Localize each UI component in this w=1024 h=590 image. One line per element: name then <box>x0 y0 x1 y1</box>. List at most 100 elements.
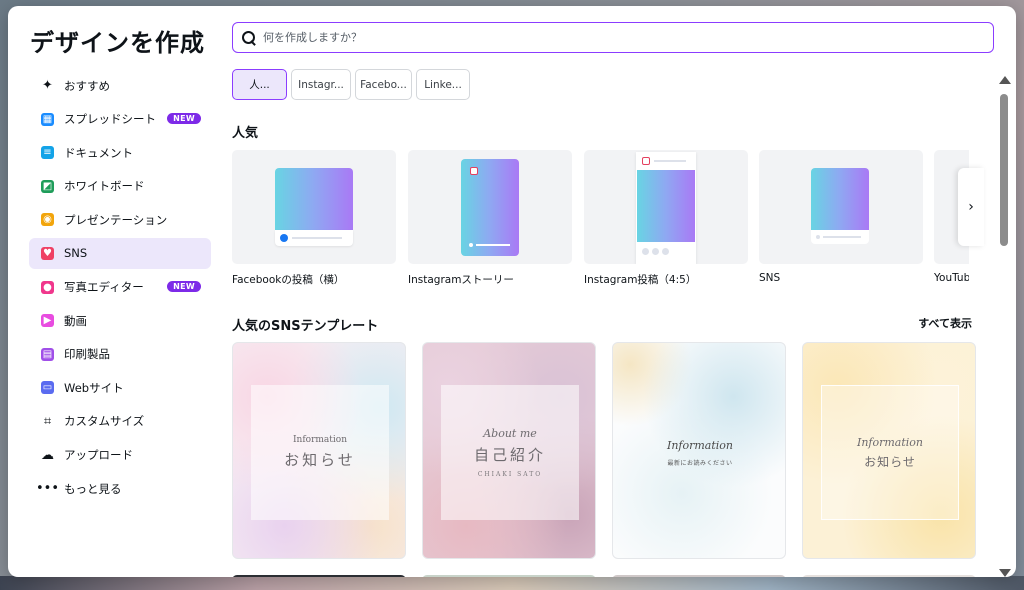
template-card-peek[interactable] <box>802 575 976 577</box>
template-text-panel: Information お知らせ <box>251 385 389 520</box>
popular-card-instagram-post[interactable]: Instagram投稿（4:5） <box>584 150 748 287</box>
sidebar-item-spreadsheet[interactable]: ▦ スプレッドシート NEW <box>29 104 211 135</box>
template-card-peek[interactable] <box>232 575 406 577</box>
popular-section-title: 人気 <box>232 126 259 141</box>
sidebar-item-label: もっと見る <box>64 481 122 496</box>
crop-icon: ⌗ <box>43 413 52 429</box>
sidebar-item-upload[interactable]: ☁ アップロード <box>29 440 211 471</box>
card-label: Facebookの投稿（横） <box>232 274 345 286</box>
template-card[interactable]: Information 最新にお読みください <box>612 342 786 559</box>
sidebar-item-website[interactable]: ▭ Webサイト <box>29 372 211 403</box>
template-title: お知らせ <box>864 454 916 469</box>
template-title: お知らせ <box>284 451 356 469</box>
video-icon: ▶ <box>41 314 54 328</box>
template-card-peek[interactable] <box>422 575 596 577</box>
sidebar-item-photo-editor[interactable]: ● 写真エディター NEW <box>29 272 211 303</box>
search-icon <box>241 30 257 46</box>
sidebar-item-label: アップロード <box>64 448 133 463</box>
sidebar-item-document[interactable]: ≡ ドキュメント <box>29 137 211 168</box>
create-design-modal: デザインを作成 ✦ おすすめ ▦ スプレッドシート NEW ≡ ドキュメント ◩… <box>8 6 1016 577</box>
template-card[interactable]: Information お知らせ <box>232 342 406 559</box>
spreadsheet-icon: ▦ <box>41 112 54 126</box>
chevron-right-icon: › <box>968 199 974 215</box>
sidebar-item-label: SNS <box>64 246 88 261</box>
sidebar-item-label: スプレッドシート <box>64 112 156 127</box>
sidebar-item-label: ドキュメント <box>64 145 133 160</box>
sidebar-item-custom-size[interactable]: ⌗ カスタムサイズ <box>29 406 211 437</box>
modal-title: デザインを作成 <box>30 29 205 57</box>
template-text-panel: Information 最新にお読みください <box>631 385 769 520</box>
sidebar-item-print[interactable]: ▤ 印刷製品 <box>29 339 211 370</box>
carousel-next-button[interactable]: › <box>958 168 984 246</box>
template-text-panel: About me 自己紹介 CHIAKI SATO <box>441 385 579 520</box>
new-badge: NEW <box>167 280 201 292</box>
templates-section-title: 人気のSNSテンプレート <box>232 319 379 334</box>
sidebar-item-more[interactable]: ••• もっと見る <box>29 473 211 504</box>
whiteboard-icon: ◩ <box>41 179 54 193</box>
instagram-icon <box>470 167 478 175</box>
sidebar-item-label: 写真エディター <box>64 280 144 295</box>
more-dots-icon: ••• <box>36 481 60 497</box>
instagram-icon <box>642 157 650 165</box>
chip-person[interactable]: 人... <box>232 69 287 100</box>
card-thumbnail <box>759 150 923 264</box>
template-card-peek[interactable] <box>612 575 786 577</box>
card-thumbnail <box>584 150 748 264</box>
template-subtitle: Information <box>292 435 347 445</box>
sidebar-item-recommended[interactable]: ✦ おすすめ <box>29 70 211 101</box>
template-text-panel: Information お知らせ <box>821 385 959 520</box>
sidebar-item-label: カスタムサイズ <box>64 414 145 429</box>
card-label: YouTub <box>934 272 969 284</box>
sidebar-item-sns[interactable]: ♥ SNS <box>29 237 211 269</box>
template-caption: CHIAKI SATO <box>477 471 543 478</box>
card-thumbnail <box>232 150 396 264</box>
card-thumbnail <box>408 150 572 264</box>
chip-linkedin[interactable]: Linke... <box>416 69 470 100</box>
sidebar-item-presentation[interactable]: ◉ プレゼンテーション <box>29 204 211 235</box>
cloud-upload-icon: ☁ <box>41 447 54 463</box>
sidebar-item-label: プレゼンテーション <box>64 212 168 227</box>
filter-chips: 人... Instagr... Facebo... Linke... <box>232 69 470 100</box>
sidebar-item-label: 動画 <box>64 313 87 328</box>
facebook-icon <box>280 234 288 242</box>
popular-card-sns[interactable]: SNS <box>759 150 923 284</box>
search-input[interactable] <box>263 31 993 44</box>
category-sidebar: ✦ おすすめ ▦ スプレッドシート NEW ≡ ドキュメント ◩ ホワイトボード… <box>29 70 211 507</box>
scroll-thumb[interactable] <box>1000 94 1008 246</box>
sidebar-item-video[interactable]: ▶ 動画 <box>29 305 211 336</box>
website-icon: ▭ <box>41 381 54 395</box>
chip-instagram[interactable]: Instagr... <box>291 69 351 100</box>
popular-card-facebook-post[interactable]: Facebookの投稿（横） <box>232 150 396 287</box>
background-strip <box>0 576 1024 590</box>
sidebar-item-label: おすすめ <box>64 78 110 93</box>
printer-icon: ▤ <box>41 347 54 361</box>
card-label: SNS <box>759 272 781 284</box>
presentation-icon: ◉ <box>41 213 54 227</box>
scrollbar[interactable] <box>998 72 1011 577</box>
camera-icon: ● <box>41 280 54 294</box>
template-subtitle: About me <box>483 427 537 440</box>
template-subtitle: Information <box>666 438 734 452</box>
heart-icon: ♥ <box>41 246 54 260</box>
scroll-down-arrow-icon[interactable] <box>999 569 1011 577</box>
sparkle-icon: ✦ <box>42 78 53 93</box>
see-all-link[interactable]: すべて表示 <box>918 315 972 331</box>
popular-card-instagram-story[interactable]: Instagramストーリー <box>408 150 572 287</box>
sidebar-item-label: ホワイトボード <box>64 179 145 194</box>
template-card[interactable]: Information お知らせ <box>802 342 976 559</box>
scroll-up-arrow-icon[interactable] <box>999 76 1011 84</box>
sidebar-item-whiteboard[interactable]: ◩ ホワイトボード <box>29 171 211 202</box>
sidebar-item-label: 印刷製品 <box>64 347 110 362</box>
card-label: Instagram投稿（4:5） <box>584 274 697 286</box>
sidebar-item-label: Webサイト <box>64 380 124 395</box>
document-icon: ≡ <box>41 146 54 160</box>
template-card[interactable]: About me 自己紹介 CHIAKI SATO <box>422 342 596 559</box>
card-label: Instagramストーリー <box>408 274 514 286</box>
template-subtitle: Information <box>856 435 924 449</box>
popular-carousel: Facebookの投稿（横） Instagramストーリー Instagram投… <box>232 150 969 290</box>
search-bar <box>232 22 994 53</box>
chip-facebook[interactable]: Facebo... <box>355 69 412 100</box>
template-caption: 最新にお読みください <box>667 459 733 467</box>
new-badge: NEW <box>167 112 201 124</box>
template-title: 自己紹介 <box>473 446 546 464</box>
